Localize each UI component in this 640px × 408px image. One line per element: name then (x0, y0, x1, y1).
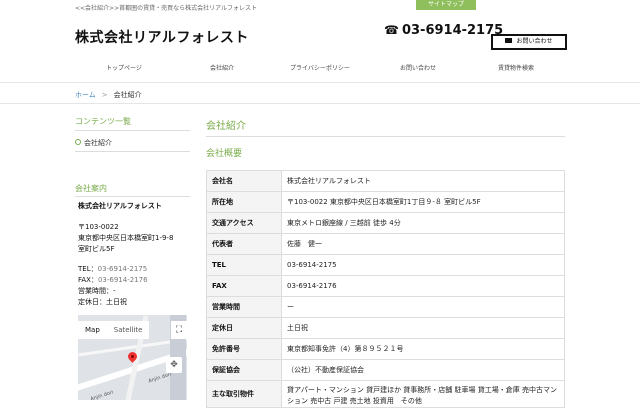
row-value: 03-6914-2176 (281, 275, 565, 297)
phone-icon: ☎ (384, 23, 399, 37)
row-value: 東京都知事免許（4）第８９５２１号 (281, 338, 565, 360)
table-row: 主な取引物件 貸アパート・マンション 貸戸建ほか 貸事務所・店舗 駐車場 貸工場・… (206, 380, 565, 408)
breadcrumb-current: 会社紹介 (113, 91, 142, 99)
table-row: TEL 03-6914-2175 (206, 254, 565, 276)
row-label: 免許番号 (206, 338, 282, 360)
nav-item-contact[interactable]: お問い合わせ (369, 62, 467, 76)
table-row: 営業時間ー (206, 296, 565, 318)
row-label: 主な取引物件 (206, 380, 282, 408)
table-row: 定休日 土日祝 (206, 317, 565, 339)
sidebar-tel-link[interactable]: 03-6914-2175 (98, 265, 148, 273)
row-label: 営業時間 (206, 296, 282, 318)
breadcrumb: ホーム > 会社紹介 (75, 90, 142, 100)
sidebar-fax: FAX：03-6914-2176 (78, 275, 148, 286)
row-value: 〒103-0022 東京都中央区日本橋室町1丁目９-８ 室町ビル5F (281, 191, 565, 213)
row-value: 佐藤 健一 (281, 233, 565, 255)
table-row: 代表者 佐藤 健一 (206, 233, 565, 255)
nav-item-top[interactable]: トップページ (75, 62, 173, 76)
company-info-divider (75, 196, 190, 197)
row-value: （公社）不動産保証協会 (281, 359, 565, 381)
row-label: 交通アクセス (206, 212, 282, 234)
row-label: 会社名 (206, 170, 282, 192)
phone-number: ☎ 03-6914-2175 (384, 23, 503, 38)
fullscreen-icon[interactable]: ⛶ (171, 321, 187, 339)
phone-text: 03-6914-2175 (401, 23, 504, 38)
nav-item-company[interactable]: 会社紹介 (173, 62, 271, 76)
page-title: 会社紹介 (206, 121, 246, 132)
row-label: FAX (206, 275, 282, 297)
row-value: 土日祝 (281, 317, 565, 339)
sidebar-holiday: 定休日：土日祝 (78, 298, 127, 306)
contents-heading: コンテンツ一覧 (75, 117, 131, 126)
row-label: 保証協会 (206, 359, 282, 381)
company-info-table: 会社名 株式会社リアルフォレスト 所在地 〒103-0022 東京都中央区日本橋室町… (206, 170, 565, 408)
sidebar-tel: TEL：03-6914-2175 (78, 264, 147, 275)
sidebar-address-2: 室町ビル5F (78, 245, 115, 253)
row-value: ー (281, 296, 565, 318)
row-label: 定休日 (206, 317, 282, 339)
title-divider (206, 136, 565, 137)
table-row: 所在地 〒103-0022 東京都中央区日本橋室町1丁目９-８ 室町ビル5F (206, 191, 565, 213)
sidebar-item-company[interactable]: 会社紹介 (75, 138, 112, 148)
row-value: 株式会社リアルフォレスト (281, 170, 565, 192)
row-value: 貸アパート・マンション 貸戸建ほか 貸事務所・店舗 駐車場 貸工場・倉庫 売中古… (281, 380, 565, 408)
breadcrumb-divider (0, 103, 640, 104)
map-street-label: Anjin dori (89, 389, 115, 400)
table-row: 保証協会 （公社）不動産保証協会 (206, 359, 565, 381)
contents-bottom-divider (75, 151, 190, 152)
mail-icon (505, 38, 513, 43)
sidebar-fax-label: FAX： (78, 276, 98, 284)
sidebar-hours: 営業時間：- (78, 287, 116, 295)
bullet-icon (75, 139, 81, 145)
table-row: 免許番号 東京都知事免許（4）第８９５２１号 (206, 338, 565, 360)
main-nav: トップページ 会社紹介 プライバシーポリシー お問い合わせ 賃貸物件検索 (75, 62, 565, 76)
sidebar-fax-value: 03-6914-2176 (97, 276, 148, 284)
site-tagline: <<会社紹介>>首都圏の賃貸・売買なら株式会社リアルフォレスト (75, 5, 258, 12)
table-row: 会社名 株式会社リアルフォレスト (206, 170, 565, 192)
map-tab-satellite[interactable]: Satellite (106, 321, 150, 339)
contents-divider (75, 130, 190, 131)
sitemap-button[interactable]: サイトマップ (416, 0, 476, 10)
row-label: 所在地 (206, 191, 282, 213)
sidebar-postal: 〒103-0022 (78, 223, 119, 231)
nav-item-rental-search[interactable]: 賃貸物件検索 (467, 62, 565, 76)
breadcrumb-separator: > (101, 91, 108, 99)
breadcrumb-home[interactable]: ホーム (75, 91, 96, 99)
map-pin-center (131, 355, 134, 358)
contact-button[interactable]: お問い合わせ (491, 34, 567, 50)
google-map[interactable]: Anjin dori Anjin dori Map Satellite ⛶ ✥ (78, 315, 187, 400)
row-label: TEL (206, 254, 282, 276)
sidebar-address-1: 東京都中央区日本橋室町1-9-8 (78, 234, 174, 242)
row-value: 03-6914-2175 (281, 254, 565, 276)
pegman-icon[interactable]: ✥ (166, 357, 182, 373)
top-bar: <<会社紹介>>首都圏の賃貸・売買なら株式会社リアルフォレスト サイトマップ (0, 0, 640, 14)
nav-item-privacy[interactable]: プライバシーポリシー (271, 62, 369, 76)
sidebar-item-label: 会社紹介 (84, 139, 112, 147)
company-info-heading: 会社案内 (75, 184, 107, 193)
contact-label: お問い合わせ (516, 38, 553, 45)
nav-divider (0, 82, 640, 83)
row-value: 東京メトロ銀座線 / 三越前 徒歩 4分 (281, 212, 565, 234)
map-street-label: Anjin dori (147, 371, 173, 385)
row-label: 代表者 (206, 233, 282, 255)
map-tab-map[interactable]: Map (78, 321, 107, 339)
sidebar-tel-label: TEL： (78, 265, 98, 273)
site-logo[interactable]: 株式会社リアルフォレスト (75, 27, 249, 47)
table-row: 交通アクセス 東京メトロ銀座線 / 三越前 徒歩 4分 (206, 212, 565, 234)
sidebar-company-name: 株式会社リアルフォレスト (78, 202, 162, 210)
section-title: 会社概要 (206, 149, 243, 159)
table-row: FAX 03-6914-2176 (206, 275, 565, 297)
map-type-control: Map Satellite ⛶ (78, 321, 187, 339)
